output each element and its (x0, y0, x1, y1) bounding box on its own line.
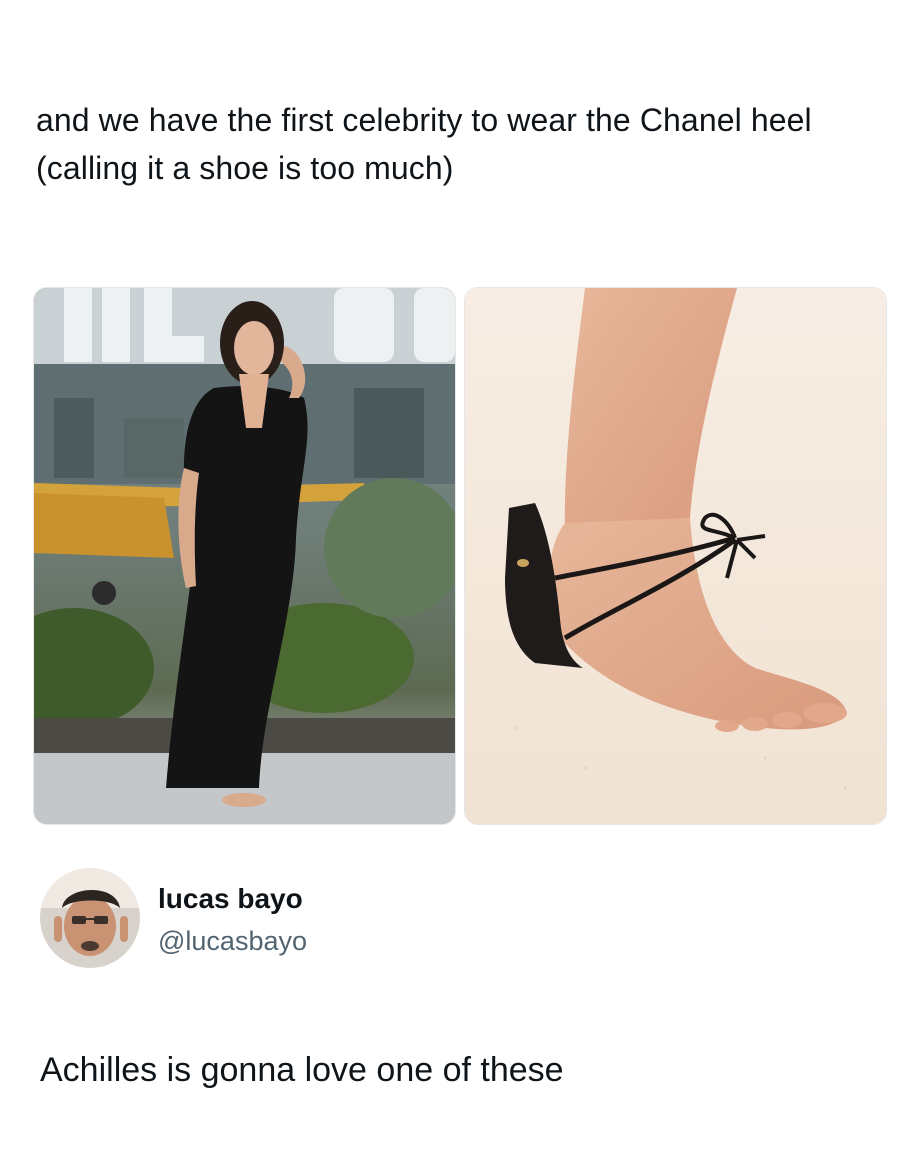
avatar-image (40, 868, 140, 968)
author-block[interactable]: lucas bayo @lucasbayo (40, 868, 540, 972)
chanel-heel-photo[interactable] (464, 287, 887, 825)
reply-text: Achilles is gonna love one of these (40, 1051, 564, 1089)
chanel-heel-photo-image (465, 288, 886, 824)
avatar[interactable] (40, 868, 140, 968)
author-handle[interactable]: @lucasbayo (158, 924, 307, 958)
post-text: and we have the first celebrity to wear … (36, 102, 812, 186)
author-display-name[interactable]: lucas bayo (158, 882, 303, 916)
celebrity-photo[interactable] (33, 287, 456, 825)
celebrity-photo-image (34, 288, 455, 824)
